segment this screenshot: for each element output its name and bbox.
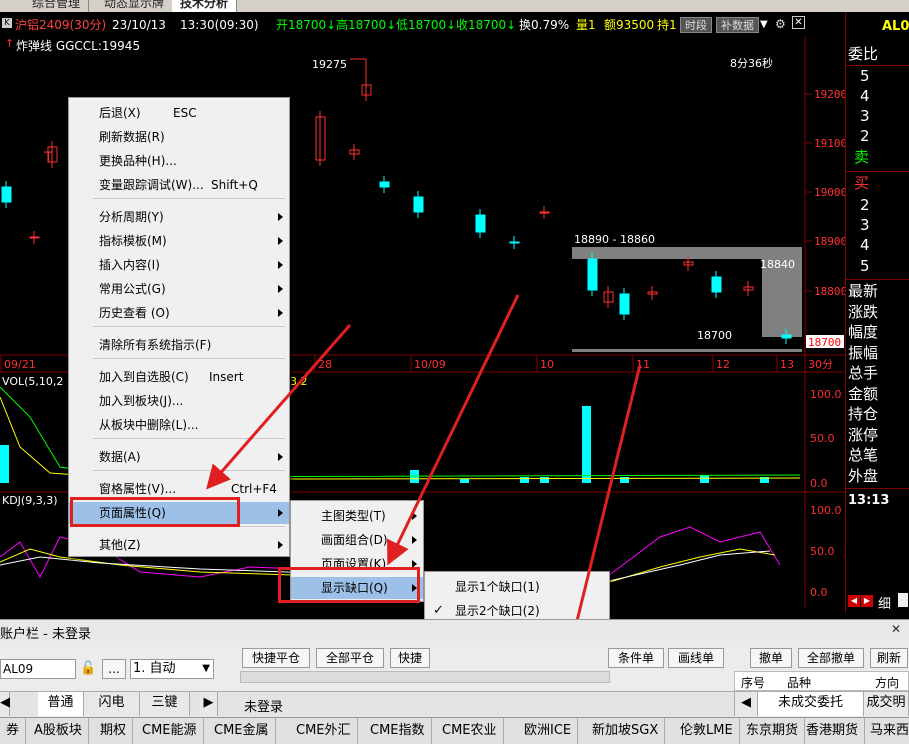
arrow-to-show-gap: [387, 294, 520, 566]
tab-lightning[interactable]: 闪电: [84, 692, 140, 716]
close-all-button[interactable]: 全部平仓: [316, 648, 384, 668]
market-tab[interactable]: 新加坡SGX: [586, 718, 666, 744]
market-tab[interactable]: 欧洲ICE: [518, 718, 579, 744]
cancel-order-button[interactable]: 撤单: [750, 648, 792, 668]
market-tab[interactable]: CME指数: [364, 718, 432, 744]
account-title: 账户栏 - 未登录: [0, 627, 91, 642]
account-bar-close-icon[interactable]: ✕: [891, 622, 901, 636]
market-tab[interactable]: CME外汇: [290, 718, 358, 744]
tab-normal[interactable]: 普通: [38, 692, 84, 716]
quick-button[interactable]: 快捷: [390, 648, 430, 668]
market-tab[interactable]: 香港期货: [800, 718, 866, 744]
orders-scroll-left[interactable]: ◀: [734, 692, 758, 716]
horizontal-scrollbar[interactable]: [240, 671, 610, 683]
account-bar: 账户栏 - 未登录 ✕: [0, 619, 909, 642]
quick-close-button[interactable]: 快捷平仓: [242, 648, 310, 668]
market-tab[interactable]: 期权: [94, 718, 134, 744]
login-status: 未登录: [244, 700, 284, 715]
market-tab[interactable]: 伦敦LME: [674, 718, 740, 744]
col-header-direction: 方向: [875, 676, 900, 690]
tab-scroll-left[interactable]: ◀: [0, 692, 10, 716]
arrow-to-page-attr: [206, 324, 352, 490]
more-button[interactable]: ...: [102, 659, 126, 679]
tab-three-keys[interactable]: 三键: [140, 692, 190, 716]
market-category-tabs: 券 A股板块 期权 CME能源 CME金属 CME外汇 CME指数 CME农业 欧洲ICE 新加坡…: [0, 717, 909, 744]
market-tab[interactable]: CME能源: [136, 718, 204, 744]
condition-order-button[interactable]: 条件单: [608, 648, 664, 668]
market-tab[interactable]: CME金属: [208, 718, 276, 744]
col-header-index: 序号: [741, 676, 766, 690]
market-tab[interactable]: A股板块: [28, 718, 89, 744]
col-header-symbol: 品种: [787, 676, 812, 690]
line-order-button[interactable]: 画线单: [668, 648, 724, 668]
tab-filled-orders[interactable]: 成交明: [864, 692, 909, 716]
refresh-button[interactable]: 刷新: [870, 648, 908, 668]
lock-icon[interactable]: 🔓: [80, 661, 96, 677]
trade-mode-tabs: ◀ 普通 闪电 三键 ▶ 未登录 ◀ 未成交委托 成交明: [0, 691, 909, 717]
market-tab[interactable]: CME农业: [436, 718, 504, 744]
cancel-all-button[interactable]: 全部撤单: [798, 648, 864, 668]
quantity-select[interactable]: 1. 自动 ▼: [130, 659, 214, 679]
trade-control-bar: AL09 🔓 ... 1. 自动 ▼ 快捷平仓 全部平仓 快捷 条件单 画线单 …: [0, 641, 909, 691]
tab-pending-orders[interactable]: 未成交委托: [758, 692, 864, 716]
market-tab[interactable]: 东京期货: [740, 718, 806, 744]
symbol-input[interactable]: AL09: [0, 659, 76, 679]
chevron-down-icon: ▼: [202, 663, 210, 674]
market-tab[interactable]: 马来西: [864, 718, 909, 744]
tab-scroll-right[interactable]: ▶: [200, 692, 218, 716]
market-tab[interactable]: 券: [0, 718, 27, 744]
